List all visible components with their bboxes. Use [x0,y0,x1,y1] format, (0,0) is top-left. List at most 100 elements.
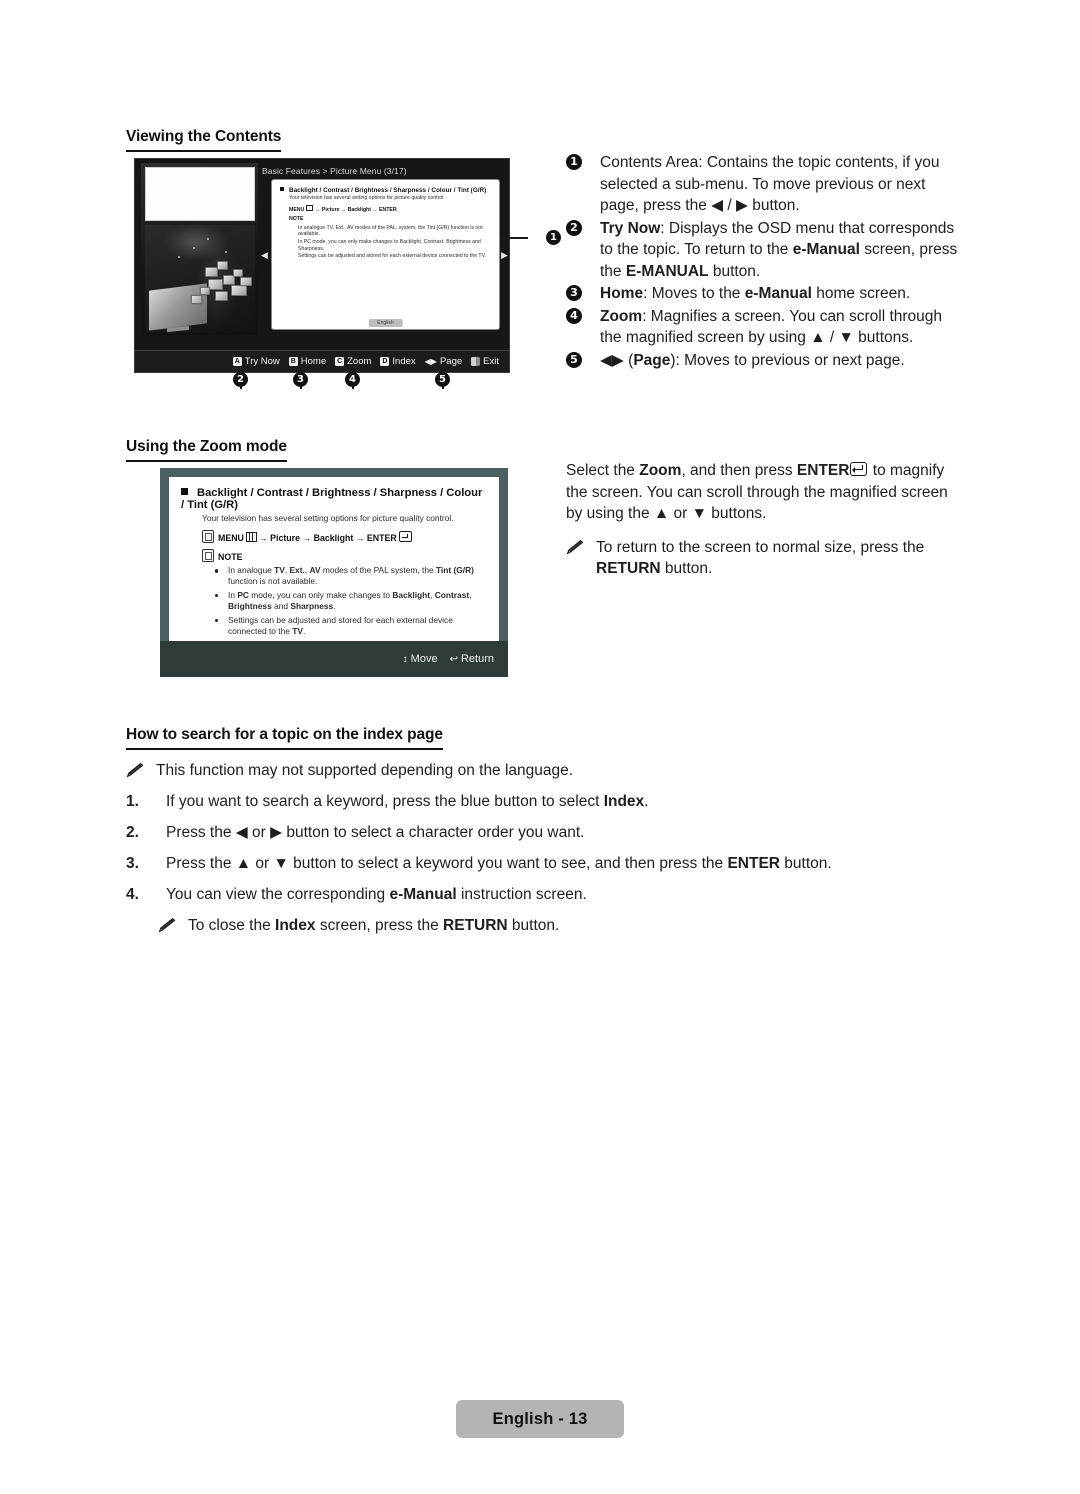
key-home[interactable]: B Home [288,356,326,367]
note-pencil-icon [126,762,145,778]
index-search-steps: This function may not supported dependin… [126,760,886,936]
note-pencil-icon [566,539,585,555]
step-text: Press the ◀ or ▶ button to select a char… [166,824,585,841]
figure1-menu-path: MENU → Picture → Backlight → ENTER [289,204,397,213]
menu-grid-icon [245,532,257,542]
step-text: You can view the corresponding e-Manual … [166,886,587,903]
key-move[interactable]: ↕ Move [403,653,438,665]
index-closing-note-text: To close the Index screen, press the RET… [188,917,560,934]
zoom-note-list: In analogue TV, Ext., AV modes of the PA… [215,565,487,637]
zoom-note-item: In analogue TV, Ext., AV modes of the PA… [215,565,487,588]
callout-number-2: 2 [566,219,582,236]
page-title-index-search: How to search for a topic on the index p… [126,726,443,750]
callout-desc-1-text: Contents Area: Contains the topic conten… [600,154,940,214]
sparkle [225,251,227,253]
figure1-tv-artwork [145,225,255,333]
zoom-mode-key-guide-bar: ↕ Move ↩ Return [160,641,508,677]
step-text: Press the ▲ or ▼ button to select a keyw… [166,855,832,872]
index-step-2: 2. Press the ◀ or ▶ button to select a c… [126,822,886,843]
figure-callout-1: 1 [546,230,561,245]
zoom-mode-note: To return to the screen to normal size, … [566,537,966,580]
key-d-icon: D [380,357,390,366]
figure1-sidebar [141,163,258,335]
tv-stand-icon [167,325,189,333]
enter-key-icon [398,531,412,542]
up-down-arrow-icon: ↕ [402,654,408,665]
zoom-note-item: In PC mode, you can only make changes to… [215,590,487,613]
callout-desc-2-lead: Try Now [600,219,661,237]
floating-chip [217,261,228,270]
zoom-mode-body: Select the Zoom, and then press ENTER to… [566,462,948,522]
prev-page-arrow-icon[interactable]: ◀ [261,251,268,260]
key-index[interactable]: D Index [380,356,416,367]
key-c-icon: C [335,357,345,366]
floating-chip [233,269,243,277]
callout-desc-3-text: : Moves to the e-Manual home screen. [643,285,911,302]
index-step-3: 3. Press the ▲ or ▼ button to select a k… [126,853,886,874]
callout-desc-4-text: : Magnifies a screen. You can scroll thr… [600,307,943,347]
index-closing-note: To close the Index screen, press the RET… [158,915,886,936]
zoom-topic-sub: Your television has several setting opti… [202,513,454,523]
floating-chip [208,279,223,290]
key-zoom[interactable]: C Zoom [335,356,371,367]
left-right-arrow-icon: ◀▶ [424,357,437,366]
key-exit[interactable]: Exit [471,356,499,367]
bullet-square-icon [280,187,284,191]
key-page[interactable]: ◀▶ Page [425,356,463,367]
figure1-topic-sub: Your television has several setting opti… [289,195,445,201]
callout-desc-3: 3 Home: Moves to the e-Manual home scree… [566,283,966,305]
step-text: If you want to search a keyword, press t… [166,793,649,810]
sparkle [193,247,195,249]
index-step-4: 4. You can view the corresponding e-Manu… [126,884,886,905]
zoom-mode-content-area: Backlight / Contrast / Brightness / Shar… [169,477,499,641]
key-return[interactable]: ↩ Return [450,653,494,665]
floating-chip [215,291,228,301]
zoom-topic-heading: Backlight / Contrast / Brightness / Shar… [181,487,483,511]
zoom-mode-description: Select the Zoom, and then press ENTER to… [566,460,966,590]
floating-chip [191,295,202,304]
note-pencil-icon [202,549,214,562]
next-page-arrow-icon[interactable]: ▶ [501,251,508,260]
figure-callout-2: 2 [233,372,248,387]
enter-key-icon [850,462,868,476]
figure1-thumbnail-box [145,167,255,221]
sparkle [207,238,209,240]
callout-desc-4: 4 Zoom: Magnifies a screen. You can scro… [566,306,966,349]
callout-desc-3-lead: Home [600,285,644,302]
index-intro-note: This function may not supported dependin… [126,760,886,781]
step-number: 2. [126,824,139,841]
callout-desc-5-text: ◀▶ (Page): Moves to previous or next pag… [600,351,905,369]
exit-icon [471,357,481,366]
emanual-screen-figure: Basic Features > Picture Menu (3/17) Bac… [134,158,510,373]
floating-chip [240,277,252,286]
contents-callout-descriptions: 1 Contents Area: Contains the topic cont… [566,152,966,372]
figure1-breadcrumb-title: Basic Features > Picture Menu (3/17) [262,166,407,176]
index-step-1: 1. If you want to search a keyword, pres… [126,791,886,812]
return-arrow-icon: ↩ [449,654,458,665]
figure1-note-label: NOTE [289,216,304,223]
zoom-mode-figure: Backlight / Contrast / Brightness / Shar… [160,468,508,677]
figure1-key-guide-bar: A Try Now B Home C Zoom D Index ◀▶ Page … [135,350,509,372]
figure1-note-item: Settings can be adjusted and stored for … [298,253,487,260]
figure-callout-3: 3 [293,372,308,387]
index-intro-note-text: This function may not supported dependin… [156,762,574,779]
figure1-language-tab[interactable]: English [368,319,403,327]
figure-callout-5: 5 [435,372,450,387]
key-try-now[interactable]: A Try Now [232,356,280,367]
step-number: 3. [126,855,139,872]
figure1-content-area: Backlight / Contrast / Brightness / Shar… [271,179,500,330]
zoom-note-item: Settings can be adjusted and stored for … [215,615,487,638]
floating-chip [231,285,247,296]
figure-callout-4: 4 [345,372,360,387]
callout-number-5: 5 [566,351,582,368]
callout-number-1: 1 [566,154,582,170]
callout-desc-1: 1 Contents Area: Contains the topic cont… [566,152,966,217]
key-b-icon: B [288,357,298,366]
step-number: 1. [126,793,139,810]
figure1-note-item: In analogue TV, Ext., AV modes of the PA… [298,224,483,238]
callout-desc-4-lead: Zoom [600,307,643,325]
note-pencil-icon [158,917,177,933]
key-a-icon: A [232,357,242,366]
callout-number-3: 3 [566,285,582,301]
step-number: 4. [126,886,139,903]
